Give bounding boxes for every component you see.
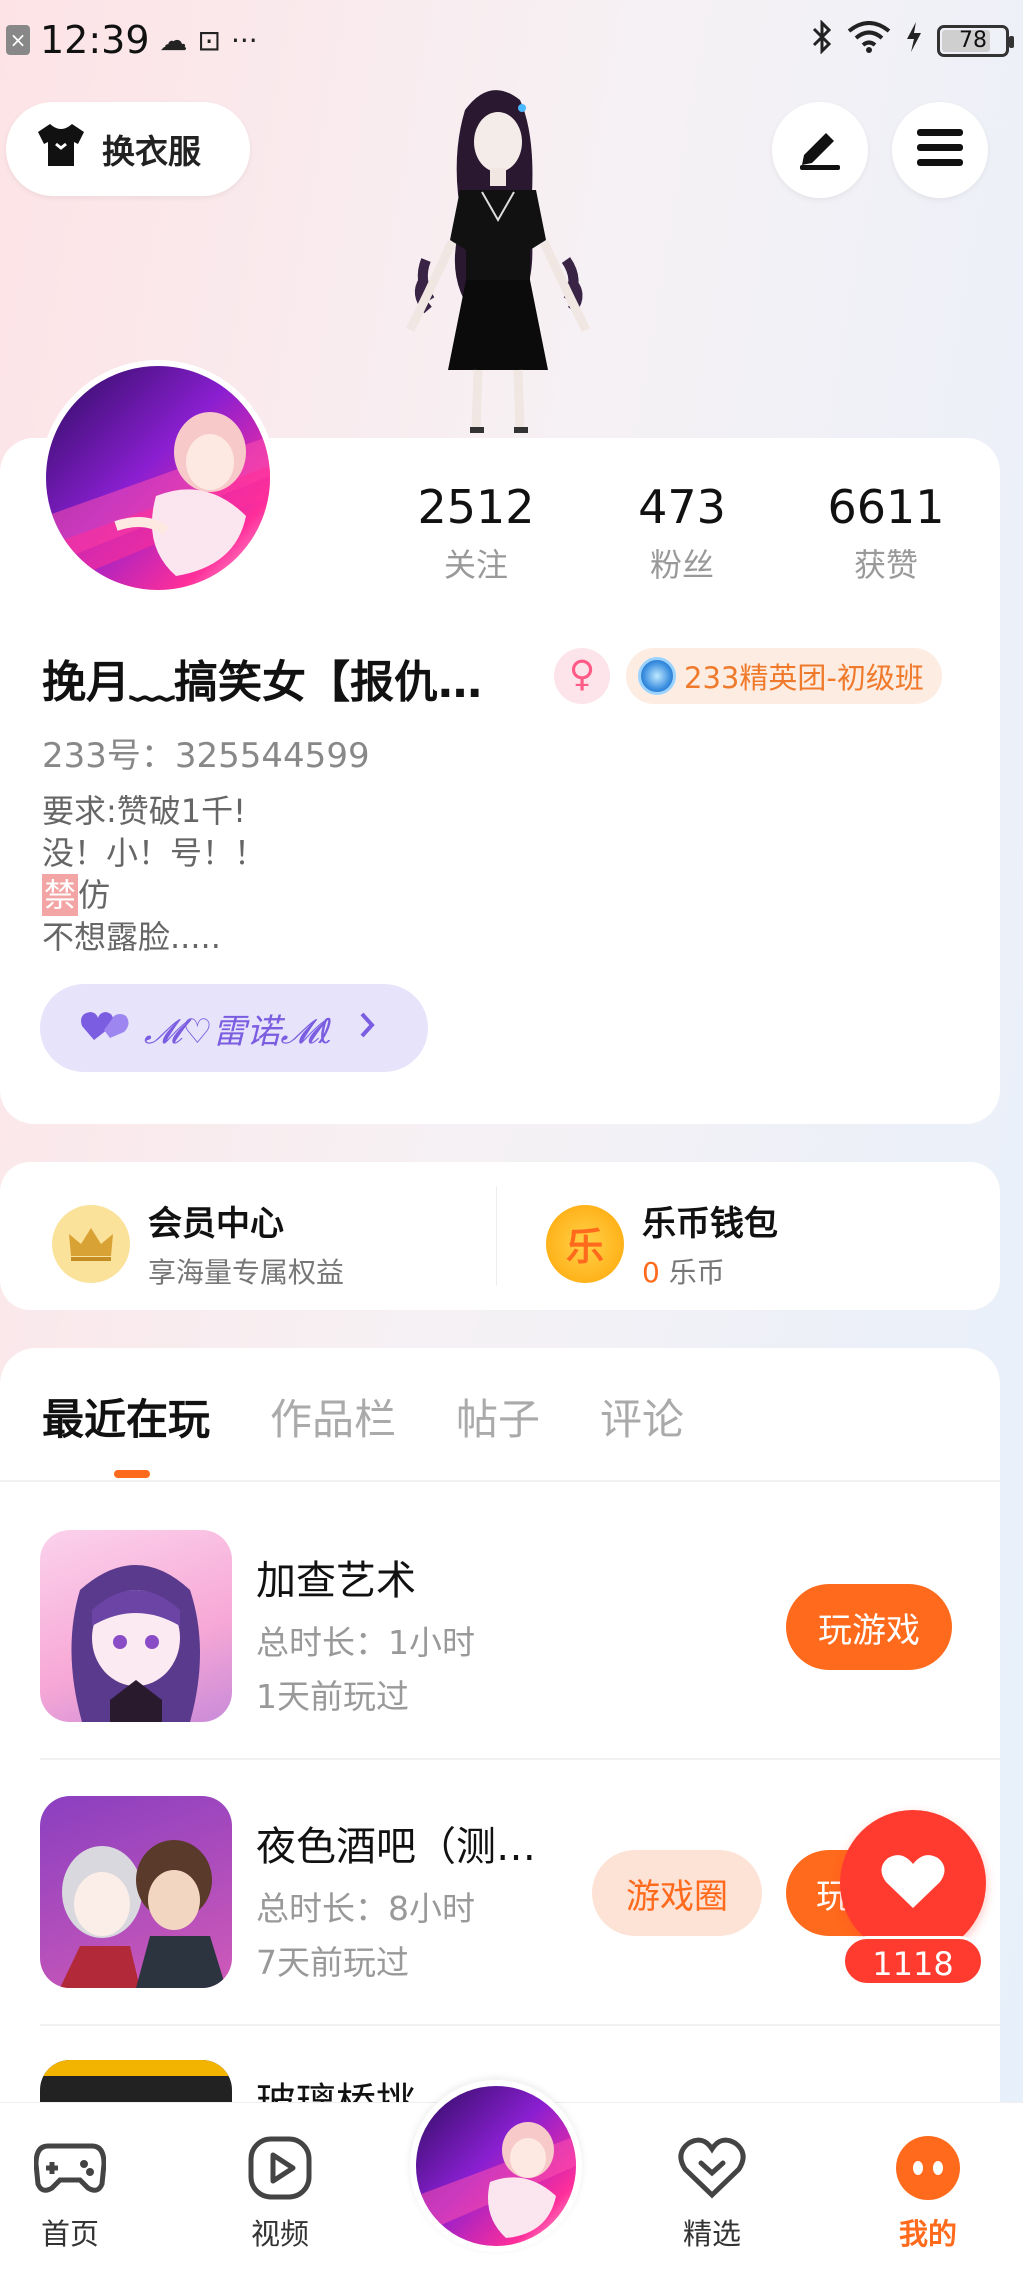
play-game-button[interactable]: 玩游戏 [786, 1584, 952, 1670]
close-friend-pill[interactable]: 𝓜♡雷诺𝓜ℓ [40, 984, 428, 1072]
bluetooth-icon [811, 19, 833, 62]
wallet-unit: 乐币 [668, 1256, 725, 1289]
crown-icon [52, 1204, 130, 1283]
game-last-played: 1天前玩过 [256, 1677, 409, 1716]
rank-label: 233精英团-初级班 [684, 661, 924, 695]
member-card: 会员中心 享海量专属权益 乐 乐币钱包 0 乐币 [0, 1162, 1000, 1310]
following-label: 关注 [443, 546, 508, 584]
battery-icon: 78 [937, 25, 1014, 57]
nav-featured[interactable]: 精选 [642, 2133, 782, 2253]
gender-female-icon: ♀ [554, 648, 610, 704]
row-divider [40, 2024, 1000, 2026]
avatar-character-figure[interactable] [390, 80, 610, 440]
nav-video[interactable]: 视频 [210, 2133, 350, 2253]
bio-line-4: 不想露脸..... [42, 918, 221, 956]
member-divider [496, 1186, 497, 1286]
wallet-title: 乐币钱包 [642, 1204, 778, 1244]
game-icon [40, 1530, 232, 1722]
ban-tag: 禁 [42, 874, 79, 916]
game-circle-button[interactable]: 游戏圈 [592, 1850, 762, 1936]
status-right: 78 [811, 19, 1014, 62]
tab-posts[interactable]: 帖子 [456, 1386, 540, 1447]
followers-count: 473 [638, 480, 726, 534]
video-icon [243, 2133, 317, 2203]
app-notify-icon: ⊡ [197, 23, 221, 57]
nav-me[interactable]: 我的 [858, 2133, 998, 2253]
game-duration: 总时长：8小时 [256, 1889, 475, 1928]
game-row[interactable]: 夜色酒吧（测… 总时长：8小时 7天前玩过 游戏圈 玩游戏 [0, 1796, 1000, 2060]
nav-center-avatar[interactable] [410, 2080, 582, 2252]
floating-like-button[interactable] [840, 1810, 986, 1956]
change-outfit-label: 换衣服 [102, 132, 201, 171]
vip-title: 会员中心 [148, 1204, 284, 1244]
tshirt-icon [34, 122, 88, 176]
nickname: 挽月﹏搞笑女【报仇… [42, 657, 482, 708]
status-bar: × 12:39 ☁ ⊡ ··· 78 [0, 0, 1023, 84]
profile-tabs: 最近在玩 作品栏 帖子 评论 [42, 1386, 684, 1447]
tab-recent-played[interactable]: 最近在玩 [42, 1386, 210, 1447]
gamepad-icon [33, 2133, 107, 2203]
chevron-right-icon [359, 1008, 375, 1048]
rank-medal-icon [638, 657, 676, 695]
battery-percent: 78 [959, 28, 987, 53]
bio-line-3-text: 仿 [78, 876, 111, 914]
wallet-balance: 0 乐币 [642, 1251, 778, 1291]
wallet-amount: 0 [642, 1256, 660, 1289]
row-divider [40, 1758, 1000, 1760]
game-icon [40, 2060, 232, 2102]
status-time: 12:39 [40, 18, 150, 62]
vip-center-entry[interactable]: 会员中心 享海量专属权益 [52, 1196, 344, 1291]
bio: 要求:赞破1千! 没！小！号！！ 禁仿 不想露脸..... [42, 790, 266, 958]
user-id: 233号：325544599 [42, 736, 370, 776]
stat-likes[interactable]: 6611 获赞 [786, 480, 986, 586]
game-icon [40, 1796, 232, 1988]
wifi-icon [847, 21, 891, 61]
profile-avatar[interactable] [40, 360, 276, 596]
likes-count: 6611 [827, 480, 945, 534]
charging-icon [905, 21, 923, 61]
game-duration: 总时长：1小时 [256, 1623, 475, 1662]
tab-divider [0, 1480, 1000, 1482]
likes-label: 获赞 [853, 546, 918, 584]
nav-featured-label: 精选 [682, 2217, 741, 2251]
rank-badge[interactable]: 233精英团-初级班 [626, 648, 942, 704]
more-dots: ··· [230, 23, 258, 57]
edit-button[interactable] [772, 102, 868, 198]
game-last-played: 7天前玩过 [256, 1943, 409, 1982]
pen-icon [796, 125, 844, 175]
bio-line-3: 禁仿 [42, 874, 266, 916]
game-name: 玻璃桥挑 [256, 2070, 416, 2102]
followers-label: 粉丝 [649, 546, 714, 584]
hamburger-icon [917, 129, 963, 171]
cloud-icon: ☁ [159, 23, 188, 57]
nav-video-label: 视频 [250, 2217, 309, 2251]
double-heart-icon [80, 1006, 130, 1051]
notification-icon: × [6, 25, 30, 55]
bio-line-2: 没！小！号！！ [42, 834, 267, 872]
heart-outline-icon [675, 2133, 749, 2203]
change-outfit-button[interactable]: 换衣服 [6, 102, 250, 196]
game-row[interactable]: 加查艺术 总时长：1小时 1天前玩过 玩游戏 [0, 1530, 1000, 1794]
stat-followers[interactable]: 473 粉丝 [582, 480, 782, 586]
game-name: 加查艺术 [256, 1558, 416, 1604]
coin-icon: 乐 [546, 1204, 624, 1283]
nav-home[interactable]: 首页 [0, 2133, 140, 2253]
following-count: 2512 [417, 480, 535, 534]
game-name: 夜色酒吧（测… [256, 1824, 536, 1870]
tab-works[interactable]: 作品栏 [270, 1386, 396, 1447]
nav-home-label: 首页 [40, 2217, 99, 2251]
nav-me-label: 我的 [898, 2217, 957, 2251]
menu-button[interactable] [892, 102, 988, 198]
bio-line-1: 要求:赞破1千! [42, 792, 246, 830]
close-friend-name: 𝓜♡雷诺𝓜ℓ [144, 1011, 333, 1052]
like-count-badge: 1118 [842, 1936, 984, 1986]
heart-icon [880, 1852, 946, 1914]
tab-indicator [114, 1470, 150, 1478]
status-left: × 12:39 ☁ ⊡ ··· [6, 18, 258, 62]
tab-comments[interactable]: 评论 [600, 1386, 684, 1447]
vip-subtitle: 享海量专属权益 [148, 1256, 345, 1289]
me-face-icon [891, 2133, 965, 2203]
stat-following[interactable]: 2512 关注 [376, 480, 576, 586]
wallet-entry[interactable]: 乐 乐币钱包 0 乐币 [546, 1196, 778, 1291]
